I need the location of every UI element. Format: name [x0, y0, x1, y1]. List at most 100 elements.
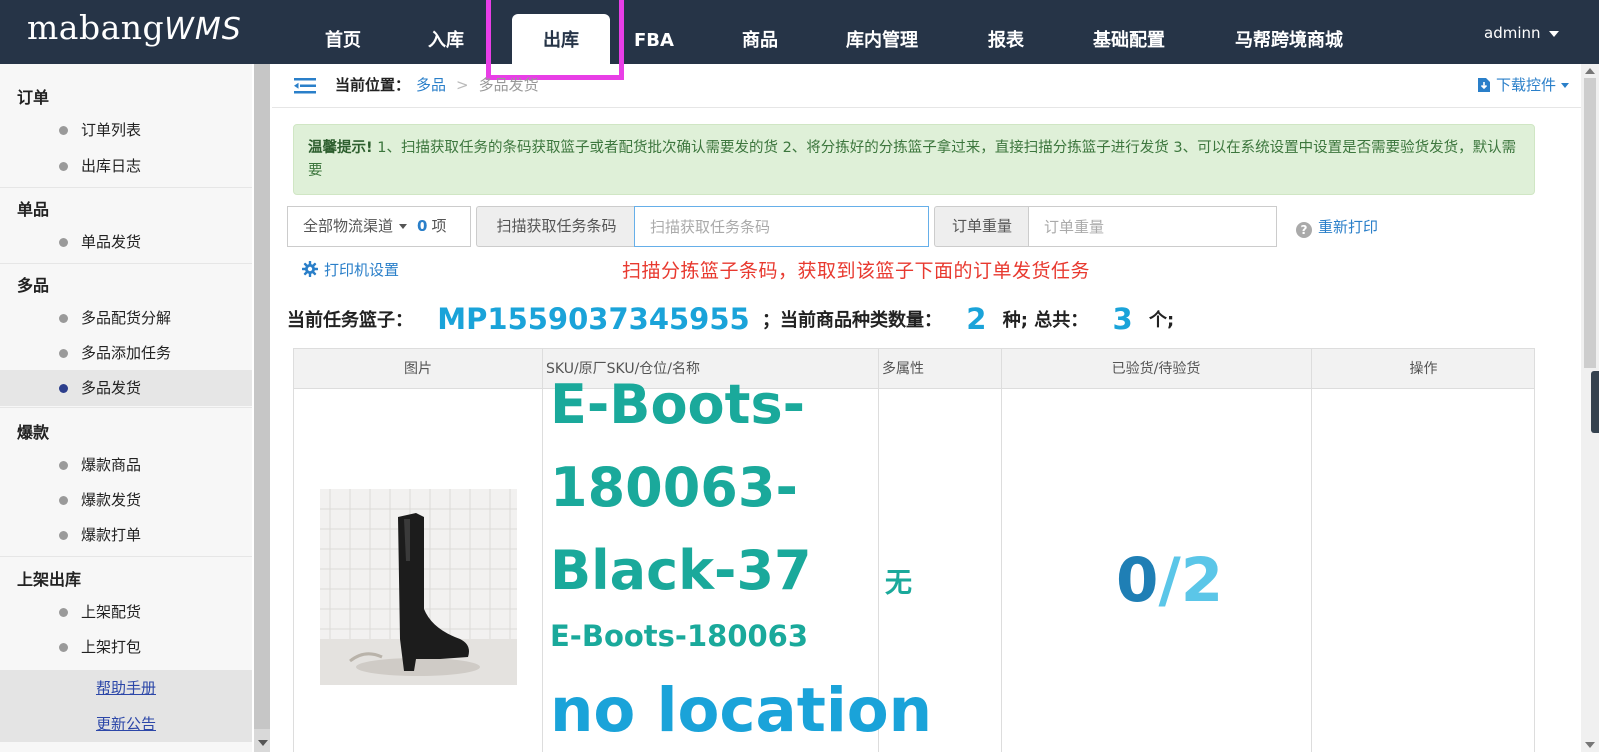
channel-dropdown[interactable]: 全部物流渠道 0 项 [287, 206, 471, 247]
help-manual-link[interactable]: 帮助手册 [0, 670, 252, 706]
task-table: 图片 SKU/原厂SKU/仓位/名称 多属性 已验货/待验货 操作 E-Boot… [293, 348, 1535, 752]
scrollbar-thumb[interactable] [1584, 78, 1596, 368]
download-control-button[interactable]: 下载控件 [1477, 74, 1569, 95]
basket-label: 当前任务篮子： [287, 310, 413, 331]
bullet-icon [59, 608, 68, 617]
question-circle-icon: ? [1296, 222, 1312, 238]
menu-toggle-icon[interactable] [294, 78, 316, 94]
update-notice-link[interactable]: 更新公告 [0, 706, 252, 742]
gear-icon [302, 261, 318, 277]
divider [0, 556, 252, 557]
bullet-icon [59, 531, 68, 540]
sidebar-item-hot-products[interactable]: 爆款商品 [0, 447, 252, 483]
bullet-icon [59, 314, 68, 323]
sidebar-item-shelf-pick[interactable]: 上架配货 [0, 594, 252, 630]
user-menu[interactable]: adminn [1484, 0, 1559, 64]
sidebar-item-order-list[interactable]: 订单列表 [0, 112, 252, 148]
sidebar-item-multi-split[interactable]: 多品配货分解 [0, 300, 252, 336]
divider [0, 407, 252, 408]
sidebar-scrollbar[interactable] [252, 64, 272, 752]
sidebar-item-hot-print[interactable]: 爆款打单 [0, 517, 252, 553]
caret-down-icon [1548, 30, 1559, 37]
sidebar-item-outbound-log[interactable]: 出库日志 [0, 148, 252, 184]
scan-task-field[interactable] [634, 206, 929, 247]
sidebar-item-multi-add-task[interactable]: 多品添加任务 [0, 335, 252, 371]
breadcrumb-current: 多品发货 [478, 76, 539, 94]
kind-label: ；当前商品种类数量： [762, 310, 942, 331]
boot-product-photo [320, 489, 517, 685]
breadcrumb-separator: > [456, 76, 469, 94]
tip-alert: 温馨提示! 1、扫描获取任务的条码获取篮子或者配货批次确认需要发的货 2、将分拣… [293, 124, 1535, 195]
nav-inbound[interactable]: 入库 [426, 0, 466, 64]
breadcrumb-parent-link[interactable]: 多品 [416, 76, 446, 94]
scan-task-input[interactable] [635, 207, 928, 246]
caret-down-icon [1561, 83, 1569, 88]
bullet-icon [59, 384, 68, 393]
kind-unit: 种; 总共： [1002, 310, 1089, 331]
kind-count: 2 [966, 302, 987, 336]
divider [1311, 349, 1312, 752]
top-bar: mabangWMS 首页 入库 出库 FBA 商品 库内管理 报表 基础配置 马… [0, 0, 1599, 64]
col-header-checked: 已验货/待验货 [1001, 349, 1311, 389]
sidebar-group-multi: 多品 [17, 276, 50, 295]
scrollbar-thumb[interactable] [254, 64, 270, 729]
scan-hint-text: 扫描分拣篮子条码，获取到该篮子下面的订单发货任务 [622, 260, 1091, 282]
checked-pending-count: 0/2 [1116, 545, 1223, 616]
bullet-icon [59, 162, 68, 171]
sidebar-group-hot: 爆款 [17, 423, 50, 442]
pending-count: /2 [1158, 545, 1224, 616]
basket-code: MP1559037345955 [437, 302, 750, 336]
printer-settings-button[interactable]: 打印机设置 [302, 259, 399, 280]
divider [0, 263, 252, 264]
caret-down-icon [399, 224, 408, 229]
factory-sku: E-Boots-180063 [550, 619, 809, 653]
nav-products[interactable]: 商品 [740, 0, 780, 64]
sku-name: E-Boots-180063-Black-37 [550, 373, 812, 602]
sidebar-item-shelf-pack[interactable]: 上架打包 [0, 629, 252, 665]
order-weight-label: 订单重量 [934, 206, 1029, 247]
bullet-icon [59, 238, 68, 247]
order-weight-field[interactable] [1028, 206, 1277, 247]
sidebar-item-hot-ship[interactable]: 爆款发货 [0, 482, 252, 518]
scan-task-label: 扫描获取任务条码 [476, 206, 636, 247]
sidebar: 订单 订单列表 出库日志 单品 单品发货 多品 多品配货分解 多品添加任务 多品… [0, 64, 252, 752]
scroll-down-icon[interactable] [1585, 742, 1595, 748]
nav-cross-border-mall[interactable]: 马帮跨境商城 [1232, 0, 1346, 64]
nav-warehouse-management[interactable]: 库内管理 [842, 0, 922, 64]
page-scrollbar[interactable] [1581, 64, 1599, 752]
total-unit: 个; [1148, 310, 1175, 331]
sidebar-item-single-ship[interactable]: 单品发货 [0, 224, 252, 260]
bullet-icon [59, 461, 68, 470]
main-content: 当前位置： 多品 > 多品发货 下载控件 温馨提示! 1、扫描获取任务的条码获取篮子或… [272, 64, 1581, 752]
logo[interactable]: mabangWMS [27, 8, 242, 47]
bullet-icon [59, 126, 68, 135]
sidebar-group-single: 单品 [17, 200, 50, 219]
warehouse-location: no location [550, 675, 933, 746]
sidebar-item-multi-ship[interactable]: 多品发货 [0, 370, 252, 406]
bullet-icon [59, 349, 68, 358]
order-weight-input[interactable] [1029, 207, 1276, 246]
sidebar-group-orders: 订单 [17, 88, 50, 107]
scroll-down-icon[interactable] [258, 740, 268, 746]
bullet-icon [59, 496, 68, 505]
nav-basic-config[interactable]: 基础配置 [1090, 0, 1168, 64]
total-count: 3 [1112, 302, 1133, 336]
channel-count: 0 [417, 217, 428, 235]
checked-count: 0 [1116, 545, 1159, 616]
nav-home[interactable]: 首页 [320, 0, 366, 64]
scroll-up-icon[interactable] [1585, 68, 1595, 74]
alert-text: 1、扫描获取任务的条码获取篮子或者配货批次确认需要发的货 2、将分拣好的分拣篮子… [308, 140, 1517, 179]
task-summary: 当前任务篮子： MP1559037345955 ；当前商品种类数量： 2 种; … [287, 302, 1174, 342]
breadcrumb-label: 当前位置： [335, 76, 411, 94]
multi-attribute-value: 无 [885, 568, 912, 599]
reprint-button[interactable]: ? 重新打印 [1296, 216, 1378, 238]
breadcrumb: 当前位置： 多品 > 多品发货 下载控件 [272, 64, 1581, 108]
bullet-icon [59, 643, 68, 652]
side-widget-tab[interactable] [1591, 371, 1599, 433]
nav-outbound[interactable]: 出库 [512, 14, 610, 64]
nav-fba[interactable]: FBA [634, 0, 674, 64]
product-image[interactable] [320, 489, 517, 685]
nav-reports[interactable]: 报表 [986, 0, 1026, 64]
divider [542, 349, 543, 752]
sidebar-group-shelf: 上架出库 [17, 570, 82, 589]
